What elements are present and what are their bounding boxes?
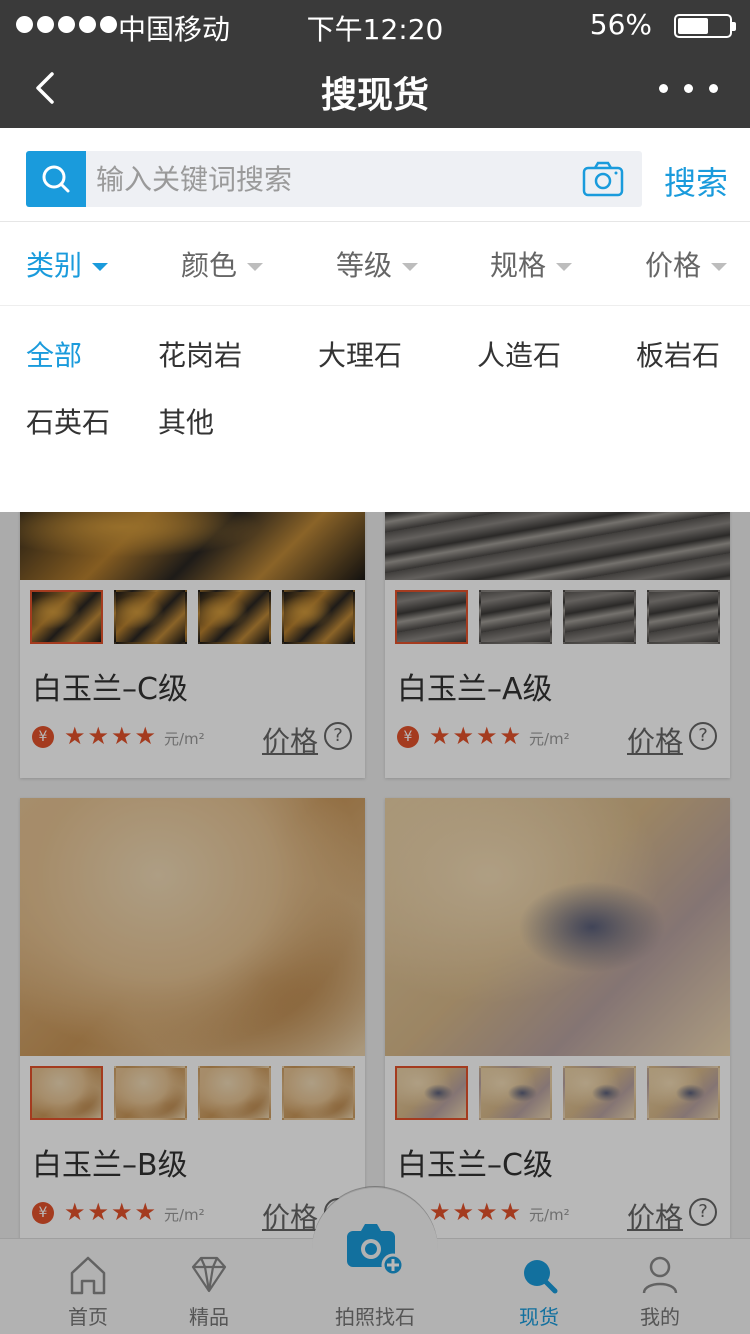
chevron-down-icon (92, 263, 109, 271)
tab-label: 现货 (519, 1305, 559, 1329)
more-dots-icon[interactable] (659, 84, 718, 93)
filter-tab-label: 等级 (336, 249, 393, 282)
tab-profile[interactable]: 我的 (600, 1239, 720, 1334)
search-button[interactable]: 搜索 (664, 158, 728, 204)
status-bar: 中国移动 下午12:20 56% (0, 0, 750, 50)
category-option-artificial-stone[interactable]: 人造石 (477, 334, 561, 374)
tab-label: 拍照找石 (335, 1305, 415, 1329)
filter-tab-spec[interactable]: 规格 (490, 244, 573, 284)
chevron-down-icon (711, 263, 728, 271)
chevron-down-icon (402, 263, 419, 271)
user-icon (642, 1256, 678, 1294)
filter-tab-label: 颜色 (181, 249, 238, 282)
filter-tab-price[interactable]: 价格 (645, 244, 728, 284)
category-option-all[interactable]: 全部 (26, 334, 82, 374)
search-input[interactable] (86, 151, 642, 207)
filter-tab-color[interactable]: 颜色 (181, 244, 264, 284)
chevron-down-icon (556, 263, 573, 271)
camera-add-icon (347, 1224, 405, 1277)
nav-bar: 搜现货 (0, 50, 750, 128)
category-dropdown: 全部 花岗岩 大理石 人造石 板岩石 石英石 其他 (0, 306, 750, 512)
category-option-quartz[interactable]: 石英石 (26, 401, 110, 441)
battery-icon (674, 14, 736, 38)
search-bar: 搜索 (0, 128, 750, 222)
tab-in-stock[interactable]: 现货 (479, 1239, 599, 1334)
category-option-other[interactable]: 其他 (158, 401, 214, 441)
filter-tab-category[interactable]: 类别 (26, 244, 109, 284)
diamond-icon (191, 1256, 227, 1293)
page-title: 搜现货 (320, 75, 429, 116)
search-icon (524, 1260, 558, 1294)
home-icon (70, 1256, 106, 1295)
filter-tab-label: 类别 (26, 249, 83, 282)
chevron-down-icon (247, 263, 264, 271)
bottom-tab-bar: 首页 精品 拍照找石 现货 我的 (0, 1187, 750, 1334)
filter-tab-label: 规格 (490, 249, 547, 282)
tab-label: 首页 (68, 1305, 108, 1329)
tab-home[interactable]: 首页 (28, 1239, 148, 1334)
tab-label: 我的 (640, 1305, 680, 1329)
category-option-slate[interactable]: 板岩石 (636, 334, 720, 374)
tab-label: 精品 (189, 1305, 229, 1329)
tab-photo-search[interactable]: 拍照找石 (312, 1187, 438, 1334)
search-icon[interactable] (26, 151, 86, 207)
category-option-marble[interactable]: 大理石 (318, 334, 402, 374)
filter-tab-label: 价格 (645, 249, 702, 282)
filter-tabs: 类别 颜色 等级 规格 价格 (0, 222, 750, 306)
filter-tab-grade[interactable]: 等级 (336, 244, 419, 284)
camera-icon[interactable] (582, 161, 624, 197)
battery-percent: 56% (589, 8, 652, 41)
tab-featured[interactable]: 精品 (149, 1239, 269, 1334)
category-option-granite[interactable]: 花岗岩 (158, 334, 242, 374)
